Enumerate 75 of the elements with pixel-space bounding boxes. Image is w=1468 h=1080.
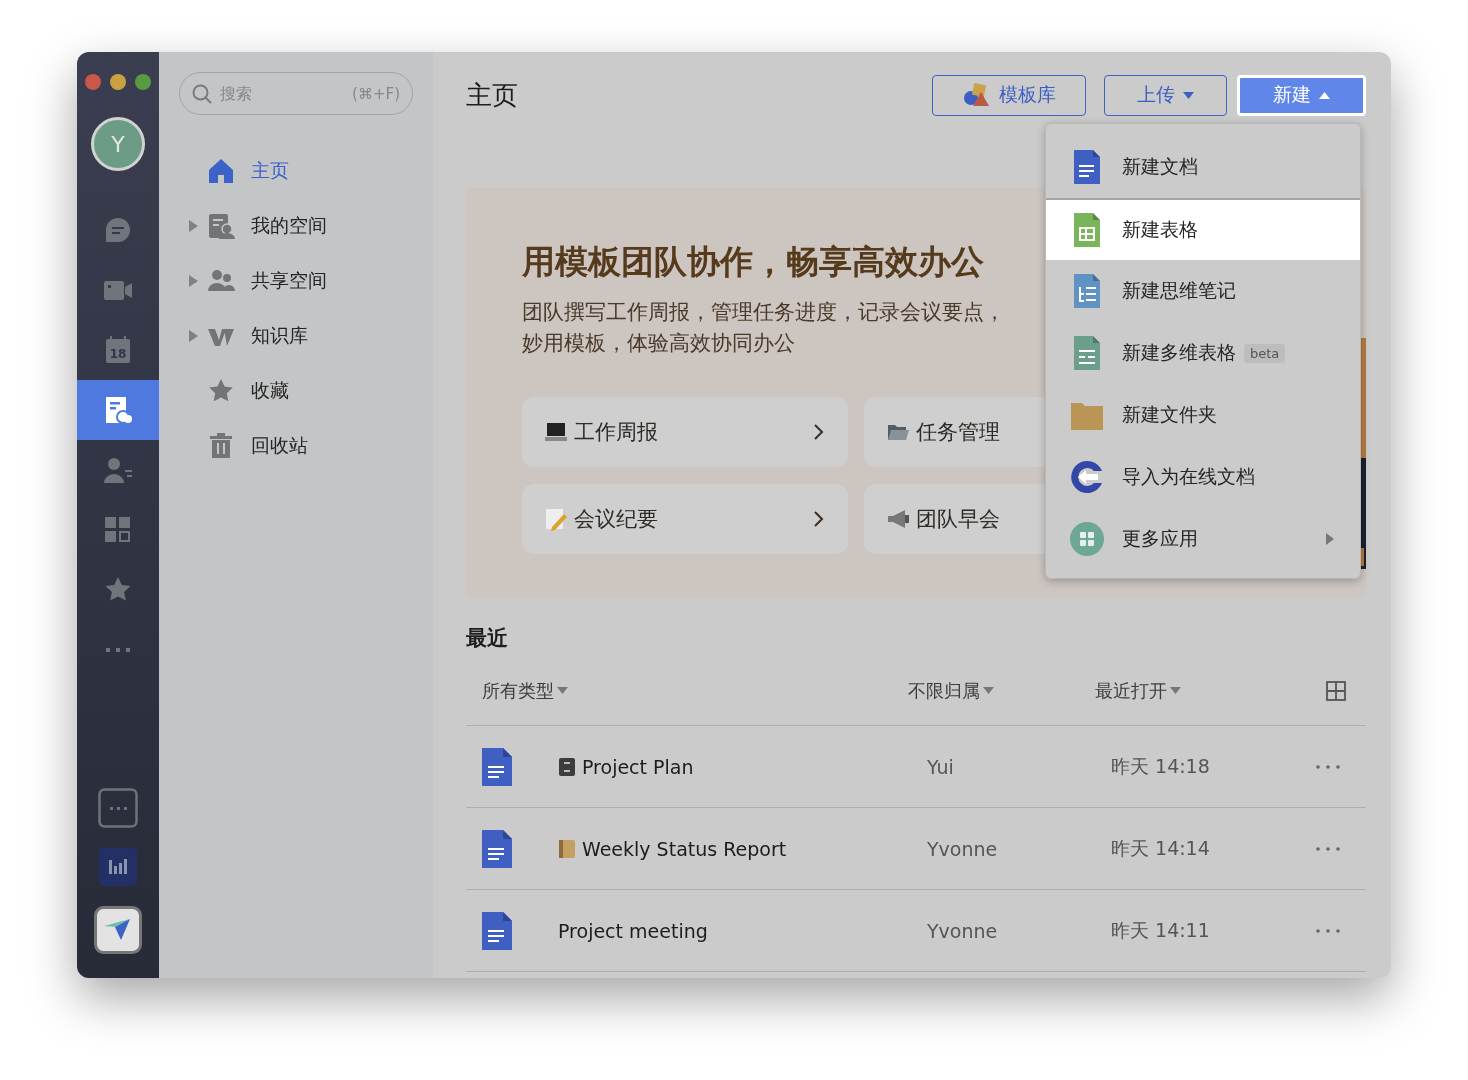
banner-text: 团队撰写工作周报，管理任务进度，记录会议要点， — [522, 299, 1005, 326]
search-icon — [192, 83, 212, 104]
file-name[interactable]: Project meeting — [558, 919, 708, 942]
chevron-right-icon — [814, 511, 824, 527]
document-cloud-icon — [103, 395, 133, 425]
trash-icon — [207, 431, 235, 460]
home-icon — [207, 156, 235, 185]
more-icon[interactable] — [1316, 764, 1340, 769]
expand-arrow-icon[interactable] — [188, 329, 198, 342]
filter-dropdown[interactable]: 所有类型 — [482, 678, 908, 703]
chat-icon — [103, 215, 133, 245]
more-icon[interactable] — [98, 788, 138, 828]
shortcut-hint: (⌘+F) — [352, 84, 400, 103]
owner-cell-text: Yui — [927, 755, 955, 778]
bar-chart-icon[interactable] — [99, 848, 137, 886]
document-icon — [482, 911, 512, 950]
sidebar-item[interactable]: 我的空间 — [251, 212, 327, 239]
sidebar-item[interactable]: 收藏 — [251, 377, 289, 404]
sidebar-item[interactable]: 共享空间 — [251, 267, 327, 294]
more-icon[interactable] — [1316, 846, 1340, 851]
sidebar-item[interactable]: 知识库 — [251, 322, 308, 349]
megaphone-icon — [886, 507, 910, 531]
beta-tag: beta — [1244, 343, 1286, 363]
upload-button[interactable]: 上传 — [1104, 74, 1227, 116]
caret-icon — [1319, 91, 1330, 99]
search-input[interactable]: 搜索 — [218, 83, 347, 104]
owner-cell-text: Yvonne — [927, 837, 999, 860]
document-person-icon — [207, 211, 235, 240]
caret-icon — [1183, 91, 1194, 99]
submenu-arrow-icon — [1326, 533, 1334, 545]
banner-text: 妙用模板，体验高效协同办公 — [522, 330, 795, 357]
more-icon[interactable] — [1316, 928, 1340, 933]
menu-item[interactable]: 新建思维笔记 — [1046, 260, 1360, 322]
template-card[interactable]: 工作周报 — [522, 397, 848, 467]
chevron-right-icon — [814, 424, 824, 440]
template-card[interactable]: 会议纪要 — [522, 484, 848, 554]
caret-icon — [1170, 687, 1181, 694]
laptop-icon — [544, 420, 568, 444]
time-cell-text: 昨天 14:18 — [1111, 753, 1211, 779]
more-icon — [106, 647, 130, 653]
document-icon — [482, 829, 512, 868]
sidebar-item[interactable]: 回收站 — [251, 432, 308, 459]
owner-cell-text: Yvonne — [927, 919, 999, 942]
memo-pencil-icon — [544, 507, 568, 531]
filter-dropdown[interactable]: 最近打开 — [1095, 678, 1326, 703]
document-icon — [482, 747, 512, 786]
paper-plane-icon[interactable] — [94, 906, 142, 954]
shapes-icon — [962, 83, 991, 107]
import-arrow-icon — [1070, 459, 1104, 495]
expand-arrow-icon[interactable] — [188, 274, 198, 287]
time-cell-text: 昨天 14:14 — [1111, 835, 1211, 861]
filter-dropdown[interactable]: 不限归属 — [908, 678, 1095, 703]
expand-arrow-icon[interactable] — [188, 219, 198, 232]
file-name[interactable]: Weekly Status Report — [582, 837, 787, 860]
time-cell-text: 昨天 14:11 — [1111, 917, 1211, 943]
minimize-button[interactable] — [110, 74, 126, 90]
close-button[interactable] — [85, 74, 101, 90]
menu-item[interactable]: 新建文档 — [1046, 136, 1360, 198]
caret-icon — [557, 687, 568, 694]
fullscreen-button[interactable] — [135, 74, 151, 90]
template-library-button[interactable]: 模板库 — [932, 74, 1086, 116]
rail-tab[interactable] — [77, 380, 159, 440]
apps-icon — [1070, 521, 1104, 557]
section-title: 最近 — [466, 625, 509, 652]
file-cabinet-icon — [558, 756, 576, 777]
banner-title: 用模板团队协作，畅享高效办公 — [522, 241, 985, 283]
page-title: 主页 — [466, 78, 519, 112]
contact-icon — [103, 455, 133, 485]
apps-grid-icon — [103, 515, 133, 545]
grid-view-icon[interactable] — [1326, 680, 1346, 701]
file-name[interactable]: Project Plan — [582, 755, 694, 778]
notebook-icon — [558, 838, 576, 859]
menu-item[interactable]: 新建多维表格 beta — [1046, 322, 1360, 384]
menu-item[interactable]: 新建表格 — [1046, 198, 1360, 260]
caret-icon — [983, 687, 994, 694]
